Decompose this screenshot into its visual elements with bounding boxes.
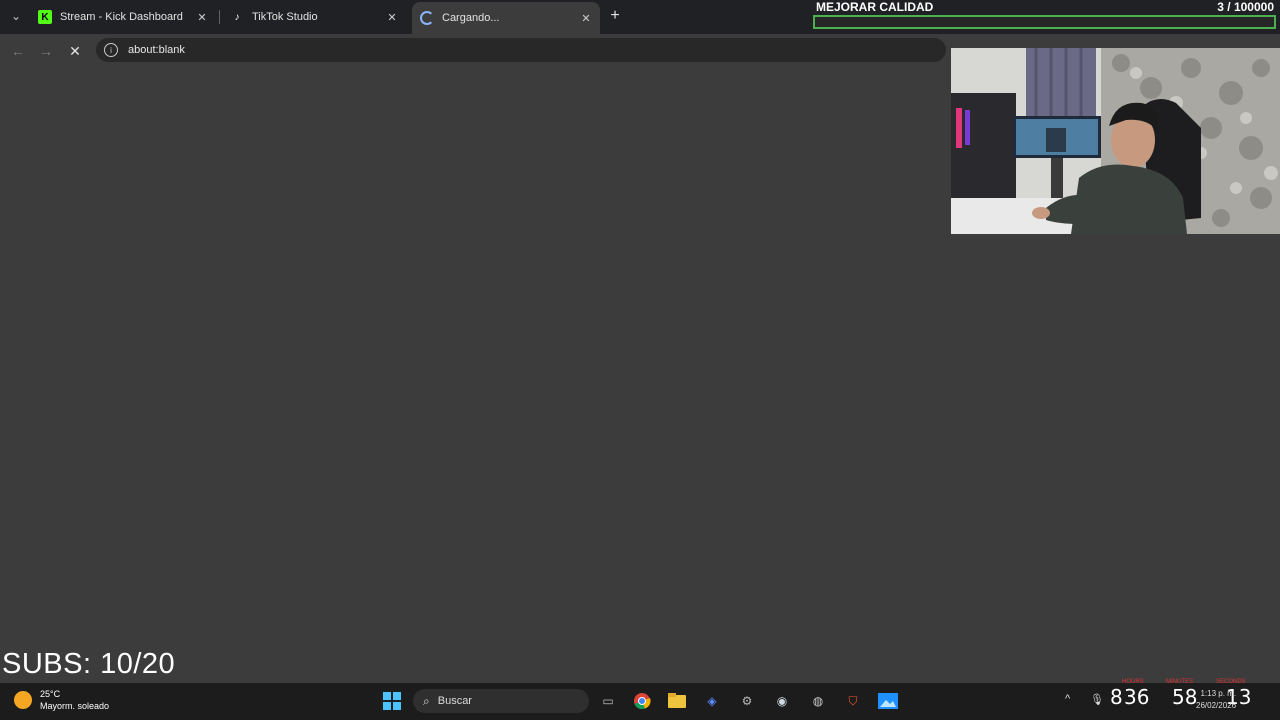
kick-logo-icon: K <box>38 10 52 24</box>
obs-button[interactable]: ◍ <box>807 690 829 712</box>
tab-divider <box>219 10 220 24</box>
steam-button[interactable]: ◉ <box>771 690 793 712</box>
plus-icon: + <box>610 7 620 24</box>
tab-title: TikTok Studio <box>252 11 318 23</box>
file-explorer-button[interactable] <box>666 690 688 712</box>
timer-seconds: 58 <box>1172 685 1198 709</box>
tab-search-button[interactable]: ⌄ <box>6 6 26 26</box>
timer-hours: 8 <box>1110 685 1123 709</box>
taskbar-search[interactable]: ⌕ Buscar <box>413 689 589 713</box>
address-bar[interactable]: i about:blank <box>96 38 946 62</box>
back-button[interactable]: ← <box>7 40 29 62</box>
forward-button[interactable]: → <box>35 40 57 62</box>
chrome-icon <box>634 693 651 710</box>
tab-tiktok-studio[interactable]: ♪ TikTok Studio ✕ <box>222 4 406 30</box>
weather-desc: Mayorm. soleado <box>40 701 110 711</box>
loading-spinner-icon <box>420 11 434 25</box>
weather-widget[interactable]: 25°C Mayorm. soleado <box>14 688 109 712</box>
chevron-up-icon[interactable]: ^ <box>1065 693 1070 705</box>
taskbar-search-label: Buscar <box>437 695 472 707</box>
app-button[interactable]: ◈ <box>701 690 723 712</box>
close-icon[interactable]: ✕ <box>384 11 400 24</box>
diamond-app-icon: ◈ <box>707 694 717 708</box>
address-text[interactable]: about:blank <box>128 44 185 56</box>
goal-count: 3 / 100000 <box>1217 0 1274 14</box>
close-icon: ✕ <box>69 42 81 59</box>
task-view-icon: ▭ <box>602 694 614 708</box>
windows-logo-icon <box>383 692 401 710</box>
microphone-icon[interactable]: 🎙 <box>1090 693 1104 706</box>
clock-time: 1:13 p. m. <box>1200 689 1237 698</box>
arrow-left-icon: ← <box>11 43 25 59</box>
brave-button[interactable]: ⛉ <box>842 690 864 712</box>
tiktok-logo-icon: ♪ <box>234 11 240 23</box>
clock-date: 26/02/2026 <box>1196 701 1237 710</box>
settings-button[interactable]: ⚙ <box>736 690 758 712</box>
chrome-taskbar-button[interactable] <box>631 690 653 712</box>
folder-icon <box>668 693 686 708</box>
goal-title: MEJORAR CALIDAD <box>816 0 934 14</box>
gear-icon: ⚙ <box>741 694 753 708</box>
close-icon[interactable]: ✕ <box>194 11 210 24</box>
tab-title: Stream - Kick Dashboard <box>60 11 183 23</box>
arrow-right-icon: → <box>39 43 53 59</box>
chevron-down-icon: ⌄ <box>10 9 22 23</box>
goal-progress-bar <box>813 15 1276 29</box>
system-clock[interactable]: 1:13 p. m. 26/02/2026 <box>1196 688 1236 712</box>
webcam-image <box>951 48 1280 234</box>
subs-counter: SUBS: 10/20 <box>2 648 176 680</box>
webcam-overlay <box>951 48 1280 234</box>
tab-title: Cargando... <box>442 12 500 24</box>
brave-lion-icon: ⛉ <box>848 693 858 708</box>
stop-loading-button[interactable]: ✕ <box>64 40 86 62</box>
new-tab-button[interactable]: + <box>606 7 624 25</box>
weather-temp: 25°C <box>40 689 61 699</box>
image-app-button[interactable] <box>877 690 899 712</box>
picture-icon <box>878 693 898 709</box>
obs-icon: ◍ <box>812 694 824 708</box>
steam-icon: ◉ <box>776 694 788 708</box>
tab-kick-dashboard[interactable]: K Stream - Kick Dashboard ✕ <box>30 4 216 30</box>
close-icon[interactable]: ✕ <box>578 12 594 25</box>
task-view-button[interactable]: ▭ <box>597 690 619 712</box>
start-button[interactable] <box>381 690 403 712</box>
timer-minutes: 36 <box>1124 685 1150 709</box>
search-icon: ⌕ <box>423 693 430 708</box>
tab-loading[interactable]: Cargando... ✕ <box>412 2 600 34</box>
windows-taskbar: 25°C Mayorm. soleado ⌕ Buscar ▭ ◈ ⚙ ◉ ◍ … <box>0 679 1280 720</box>
info-icon[interactable]: i <box>104 43 118 57</box>
sun-cloud-icon <box>14 691 32 709</box>
